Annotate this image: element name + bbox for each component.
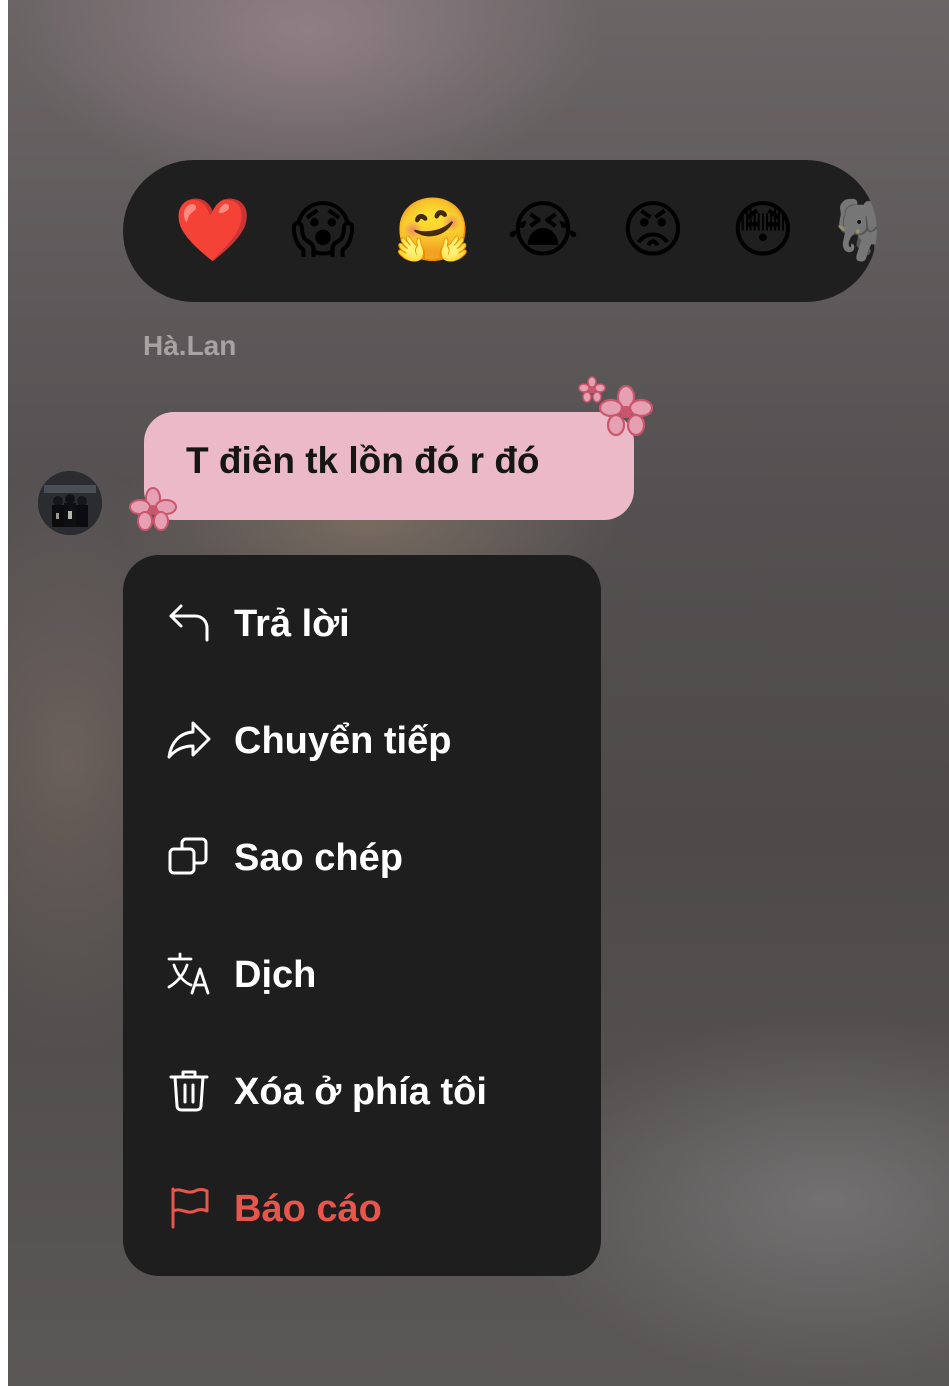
reaction-hugging-face[interactable]: 🤗 <box>393 190 473 270</box>
menu-item-translate[interactable]: Dịch <box>123 914 601 1031</box>
menu-item-report[interactable]: Báo cáo <box>123 1148 601 1265</box>
menu-item-label: Xóa ở phía tôi <box>234 1071 487 1113</box>
menu-item-forward[interactable]: Chuyển tiếp <box>123 680 601 797</box>
reply-icon <box>169 604 209 642</box>
menu-item-label: Sao chép <box>234 837 403 879</box>
reaction-bar: ❤️ 😱 🤗 😭 😡 😳 🐘 <box>123 160 877 302</box>
message-bubble[interactable]: T điên tk lồn đó r đó <box>144 412 634 520</box>
menu-item-label: Chuyển tiếp <box>234 720 452 762</box>
message-text: T điên tk lồn đó r đó <box>186 440 540 481</box>
reaction-more-partial[interactable]: 🐘 <box>833 190 877 270</box>
menu-item-reply[interactable]: Trả lời <box>123 563 601 680</box>
menu-item-label: Dịch <box>234 954 317 996</box>
copy-icon <box>168 837 208 875</box>
reaction-face-screaming[interactable]: 😱 <box>283 190 363 270</box>
flower-decoration-icon <box>129 487 177 531</box>
flower-decoration-icon <box>598 384 654 437</box>
reaction-loudly-crying[interactable]: 😭 <box>503 190 583 270</box>
trash-icon <box>169 1070 209 1112</box>
menu-item-copy[interactable]: Sao chép <box>123 797 601 914</box>
menu-item-delete-for-me[interactable]: Xóa ở phía tôi <box>123 1031 601 1148</box>
menu-item-label: Trả lời <box>234 603 350 645</box>
flag-icon <box>171 1187 209 1229</box>
avatar-photo-icon <box>38 471 102 535</box>
reaction-pouting-face[interactable]: 😡 <box>613 190 693 270</box>
forward-icon <box>167 721 211 759</box>
avatar[interactable] <box>38 471 102 535</box>
reaction-flushed-face[interactable]: 😳 <box>723 190 803 270</box>
sender-name: Hà.Lan <box>143 330 237 361</box>
translate-icon <box>167 952 210 995</box>
message-context-menu: Trả lời Chuyển tiếp Sao chép Dịch Xóa ở … <box>123 555 601 1276</box>
menu-item-label: Báo cáo <box>234 1188 382 1230</box>
reaction-red-heart[interactable]: ❤️ <box>173 190 253 270</box>
